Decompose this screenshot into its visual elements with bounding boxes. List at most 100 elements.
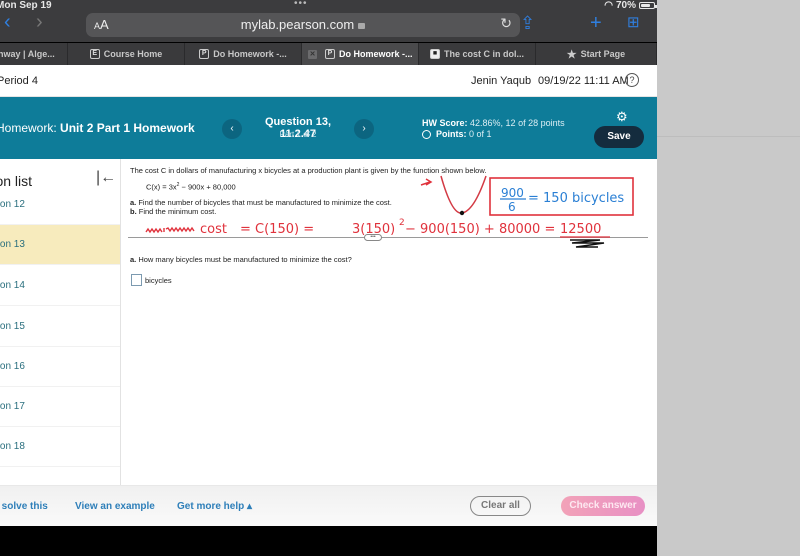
next-question-button[interactable]: › — [354, 119, 374, 139]
points-label: Points: — [436, 129, 467, 139]
battery-level — [641, 4, 650, 7]
tab-the-cost[interactable]: ■ The cost C in dol... — [419, 43, 536, 65]
battery-percent: 70% — [615, 0, 636, 11]
url-text: mylab.pearson.com — [240, 17, 355, 32]
tab-label: The cost C in dol... — [443, 49, 524, 59]
tab-bar: Pathway | Alge... E Course Home P Do Hom… — [0, 43, 657, 65]
section-divider — [128, 237, 648, 238]
cost-function: C(x) = 3x2 − 900x + 80,000 — [146, 182, 236, 192]
clear-all-button[interactable]: Clear all — [470, 496, 531, 516]
function-rhs: − 900x + 80,000 — [179, 182, 236, 192]
question-a-text: How many bicycles must be manufactured t… — [136, 255, 352, 264]
reload-icon[interactable]: ↻ — [500, 15, 512, 32]
share-icon[interactable]: ⇪ — [520, 14, 535, 32]
part-b-instruction: b. Find the minimum cost. — [130, 207, 216, 216]
sidebar-item-label: Question 17 — [0, 401, 25, 412]
part-a-text: Find the number of bicycles that must be… — [136, 198, 392, 207]
status-indicators: ◠ 70% — [604, 0, 657, 11]
screen-bezel-bottom — [0, 526, 657, 556]
status-date: Mon Sep 19 — [0, 0, 52, 11]
sidebar-item-question-13[interactable]: Question 13 — [0, 225, 120, 265]
function-lhs: C(x) = 3x — [146, 182, 177, 192]
tab-label: Pathway | Alge... — [0, 49, 55, 59]
question-points: Points: 0 of 1 — [422, 129, 492, 139]
homework-name: Unit 2 Part 1 Homework — [60, 121, 195, 135]
help-icon[interactable]: ? — [625, 73, 639, 87]
tab-label: Start Page — [580, 49, 626, 59]
tab-label: Do Homework -... — [339, 49, 413, 59]
pearson-favicon-icon: P — [199, 49, 210, 59]
mylab-page: Period 4 Jenin Yaqub 09/19/22 11:11 AM ?… — [0, 65, 657, 526]
sidebar-item-question-17[interactable]: Question 17 — [0, 387, 120, 427]
question-list-title: Question list — [0, 173, 33, 189]
homework-title: Homework: Unit 2 Part 1 Homework — [0, 121, 195, 135]
check-answer-button[interactable]: Check answer — [561, 496, 645, 516]
tab-label: Course Home — [103, 49, 163, 59]
problem-statement: The cost C in dollars of manufacturing x… — [130, 166, 487, 175]
sidebar-item-label: Question 16 — [0, 361, 25, 372]
background-divider — [657, 136, 800, 137]
multitask-dots-icon[interactable]: ••• — [294, 0, 308, 9]
part-a-instruction: a. Find the number of bicycles that must… — [130, 198, 392, 207]
forward-button[interactable]: › — [36, 12, 52, 34]
page-header: Period 4 Jenin Yaqub 09/19/22 11:11 AM ? — [0, 65, 657, 97]
sidebar-item-question-14[interactable]: Question 14 — [0, 266, 120, 306]
question-list-panel: Question 11Question 12Question 13Questio… — [0, 159, 121, 485]
sidebar-item-label: Question 15 — [0, 321, 25, 332]
ipad-screen: Mon Sep 19 ••• ◠ 70% ‹ › AA mylab.pearso… — [0, 0, 657, 556]
sidebar-item-question-18[interactable]: Question 18 — [0, 427, 120, 467]
homework-prefix: Homework: — [0, 121, 57, 135]
sidebar-item-question-16[interactable]: Question 16 — [0, 347, 120, 387]
doc-favicon-icon: ■ — [429, 49, 440, 59]
tab-do-homework-active[interactable]: ✕ P Do Homework -... — [302, 43, 419, 65]
pearson-favicon-icon: P — [325, 49, 335, 59]
homework-bar: Homework: Unit 2 Part 1 Homework ‹ Quest… — [0, 97, 657, 159]
tab-pathway[interactable]: Pathway | Alge... — [0, 43, 68, 65]
course-name: Period 4 — [0, 75, 38, 87]
answer-input[interactable] — [131, 274, 142, 286]
score-label: HW Score: — [422, 118, 468, 128]
question-part: Part 1 of 2 — [279, 130, 317, 139]
screen: Mon Sep 19 ••• ◠ 70% ‹ › AA mylab.pearso… — [0, 0, 800, 556]
points-status-icon — [422, 129, 431, 139]
get-more-help-link[interactable]: Get more help ▴ — [177, 501, 252, 512]
tab-start-page[interactable]: ★ Start Page — [536, 43, 657, 65]
help-me-solve-link[interactable]: Help me solve this — [0, 501, 48, 512]
battery-icon — [639, 2, 657, 9]
collapse-panel-icon[interactable]: |← — [96, 169, 116, 187]
current-datetime: 09/19/22 11:11 AM — [538, 75, 629, 87]
score-value: 42.86%, 12 of 28 points — [470, 118, 565, 128]
tab-label: Do Homework -... — [213, 49, 287, 59]
tab-do-homework-1[interactable]: P Do Homework -... — [185, 43, 302, 65]
question-a: a. How many bicycles must be manufacture… — [130, 255, 352, 264]
previous-question-button[interactable]: ‹ — [222, 119, 242, 139]
star-icon: ★ — [566, 48, 577, 61]
user-name: Jenin Yaqub — [471, 75, 532, 87]
view-example-link[interactable]: View an example — [75, 501, 155, 512]
sidebar-item-label: Question 14 — [0, 280, 25, 291]
question-content: The cost C in dollars of manufacturing x… — [122, 159, 657, 485]
part-b-text: Find the minimum cost. — [136, 207, 217, 216]
answer-unit: bicycles — [145, 276, 172, 285]
new-tab-icon[interactable]: + — [590, 13, 602, 33]
close-tab-icon[interactable]: ✕ — [308, 49, 317, 59]
browser-chrome: Mon Sep 19 ••• ◠ 70% ‹ › AA mylab.pearso… — [0, 0, 657, 42]
points-value: 0 of 1 — [469, 129, 492, 139]
url-display[interactable]: mylab.pearson.com — [86, 17, 520, 32]
sidebar-item-label: Question 18 — [0, 441, 25, 452]
save-button[interactable]: Save — [594, 126, 644, 148]
show-more-button[interactable]: ••• — [364, 234, 382, 241]
address-bar[interactable]: AA mylab.pearson.com ↻ — [86, 13, 520, 37]
tab-overview-icon[interactable]: ⊞ — [627, 14, 640, 32]
lock-icon — [358, 23, 366, 29]
hw-score: HW Score: 42.86%, 12 of 28 points — [422, 118, 565, 128]
tab-course-home[interactable]: E Course Home — [68, 43, 185, 65]
help-footer: Help me solve this View an example Get m… — [0, 485, 657, 526]
part-b-label: b. — [130, 207, 137, 216]
sidebar-item-label: Question 13 — [0, 239, 25, 250]
settings-gear-icon[interactable]: ⚙ — [616, 109, 628, 125]
back-button[interactable]: ‹ — [4, 12, 20, 34]
sidebar-item-question-15[interactable]: Question 15 — [0, 307, 120, 347]
question-list-header: Question list |← — [0, 159, 120, 195]
wifi-icon: ◠ — [604, 0, 613, 11]
